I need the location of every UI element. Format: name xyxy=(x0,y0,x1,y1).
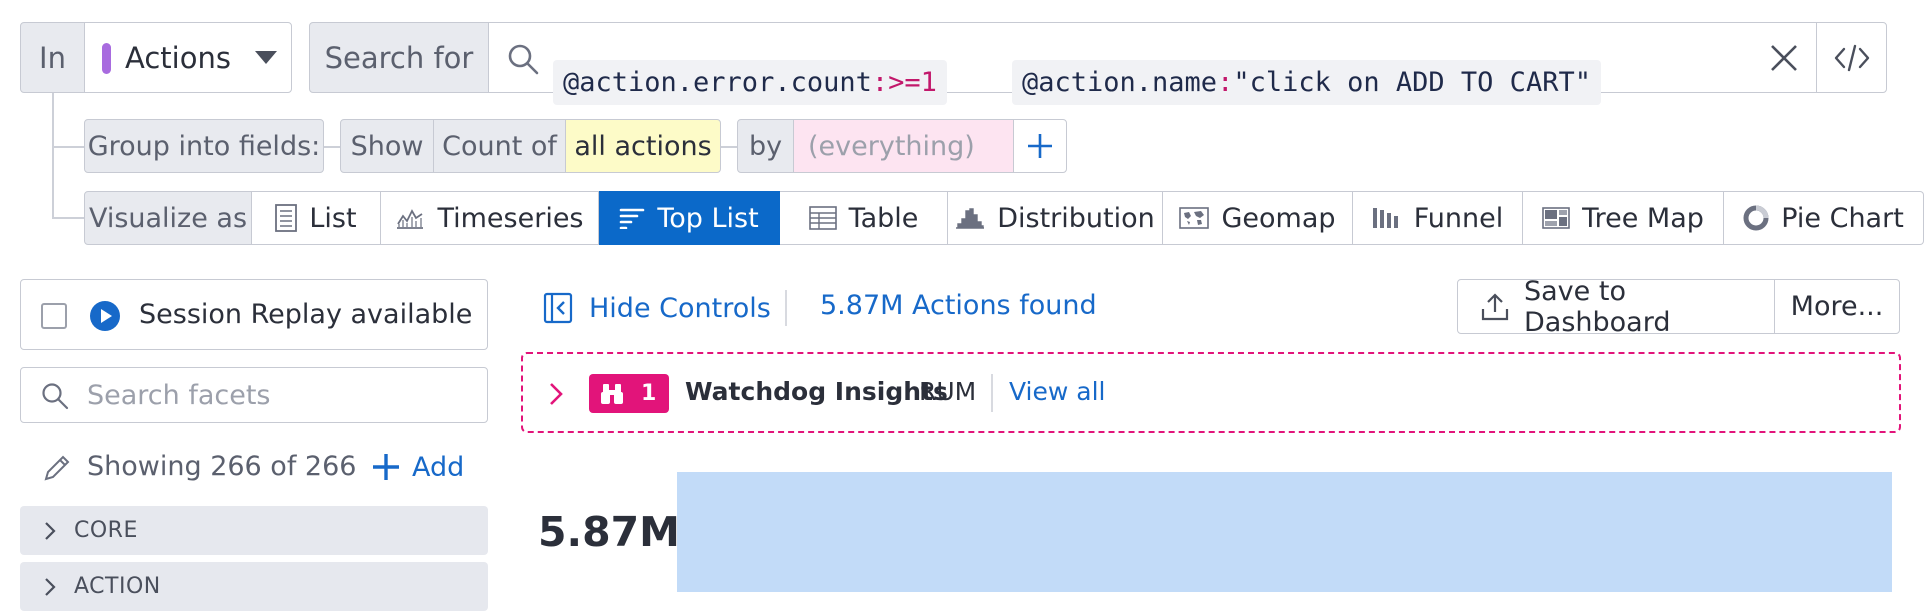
viz-option-list[interactable]: List xyxy=(252,191,381,245)
pencil-icon[interactable] xyxy=(43,452,73,482)
plus-icon xyxy=(1028,134,1052,158)
viz-option-top-list[interactable]: Top List xyxy=(599,191,780,245)
treemap-icon xyxy=(1542,207,1570,229)
hide-controls-button[interactable]: Hide Controls xyxy=(543,288,771,328)
piechart-icon xyxy=(1743,205,1769,231)
code-icon xyxy=(1834,44,1869,71)
session-replay-label: Session Replay available xyxy=(139,299,473,330)
tree-connector xyxy=(52,93,54,218)
scope-in-label: In xyxy=(20,22,85,93)
insights-count-badge: 1 xyxy=(589,374,669,413)
watchdog-product: RUM xyxy=(919,377,977,406)
plus-icon xyxy=(373,454,399,480)
source-dropdown[interactable]: Actions xyxy=(84,22,292,93)
connector xyxy=(324,146,340,148)
facet-group-core[interactable]: CORE xyxy=(20,506,488,555)
tree-connector xyxy=(52,217,84,219)
more-options-button[interactable]: More... xyxy=(1774,279,1900,334)
add-group-by-button[interactable] xyxy=(1013,119,1067,173)
chevron-right-icon xyxy=(45,521,56,540)
timeseries-icon xyxy=(397,209,424,229)
watchdog-insights-panel[interactable]: 1 Watchdog Insights RUM View all xyxy=(521,352,1901,433)
geomap-icon xyxy=(1179,207,1210,229)
show-label: Show xyxy=(340,119,434,173)
chevron-right-icon xyxy=(45,577,56,596)
divider xyxy=(991,374,993,412)
search-icon xyxy=(508,44,539,75)
play-icon xyxy=(90,301,120,331)
tree-connector xyxy=(52,146,84,148)
search-icon xyxy=(42,383,69,410)
toplist-value-label: 5.87M xyxy=(538,508,680,556)
binoculars-icon xyxy=(601,383,623,404)
table-icon xyxy=(808,206,837,230)
caret-down-icon xyxy=(255,51,277,64)
view-all-link[interactable]: View all xyxy=(1009,377,1105,406)
list-icon xyxy=(275,204,298,232)
search-query-input[interactable]: @action.error.count:>=1 @action.name: "cl… xyxy=(488,22,1817,105)
export-icon xyxy=(1481,293,1509,321)
add-facet-button[interactable]: Add xyxy=(372,448,464,486)
connector xyxy=(721,146,737,148)
viz-option-geomap[interactable]: Geomap xyxy=(1163,191,1353,245)
code-view-button[interactable] xyxy=(1816,22,1887,93)
toplist-icon xyxy=(620,208,645,229)
measure-selector[interactable]: all actions xyxy=(565,119,721,173)
session-replay-checkbox[interactable] xyxy=(41,303,67,329)
distribution-icon xyxy=(956,208,985,229)
count-of-label: Count of xyxy=(433,119,566,173)
watchdog-title: Watchdog Insights xyxy=(685,377,948,406)
query-token-action-name[interactable]: @action.name: "click on ADD TO CART" xyxy=(1012,60,1601,105)
search-facets-input[interactable]: Search facets xyxy=(20,367,488,423)
viz-option-funnel[interactable]: Funnel xyxy=(1353,191,1523,245)
search-facets-placeholder: Search facets xyxy=(87,379,271,411)
source-label: Actions xyxy=(125,40,231,75)
results-count: 5.87M Actions found xyxy=(820,290,1097,321)
facet-group-action[interactable]: ACTION xyxy=(20,562,488,611)
search-for-label: Search for xyxy=(309,22,489,93)
save-to-dashboard-button[interactable]: Save to Dashboard xyxy=(1457,276,1775,338)
viz-option-timeseries[interactable]: Timeseries xyxy=(381,191,599,245)
divider xyxy=(785,290,787,326)
viz-option-pie-chart[interactable]: Pie Chart xyxy=(1724,191,1924,245)
session-replay-filter[interactable]: Session Replay available xyxy=(20,279,488,350)
by-label: by xyxy=(737,119,794,173)
viz-option-table[interactable]: Table xyxy=(780,191,948,245)
viz-option-distribution[interactable]: Distribution xyxy=(948,191,1163,245)
query-token-error-count[interactable]: @action.error.count:>=1 xyxy=(553,60,947,105)
group-by-field-input[interactable]: (everything) xyxy=(793,119,1014,173)
toplist-bar[interactable] xyxy=(677,472,1892,592)
toplist-chart xyxy=(677,472,1892,592)
collapse-panel-icon xyxy=(543,292,573,324)
facet-count-text: Showing 266 of 266 xyxy=(87,451,357,482)
group-into-fields-label: Group into fields: xyxy=(84,119,324,173)
chevron-right-icon[interactable] xyxy=(549,382,563,406)
clear-query-icon[interactable] xyxy=(1769,43,1799,73)
visualize-as-label: Visualize as xyxy=(84,191,252,245)
source-color-indicator xyxy=(102,43,111,74)
viz-option-tree-map[interactable]: Tree Map xyxy=(1523,191,1724,245)
funnel-icon xyxy=(1372,208,1398,228)
